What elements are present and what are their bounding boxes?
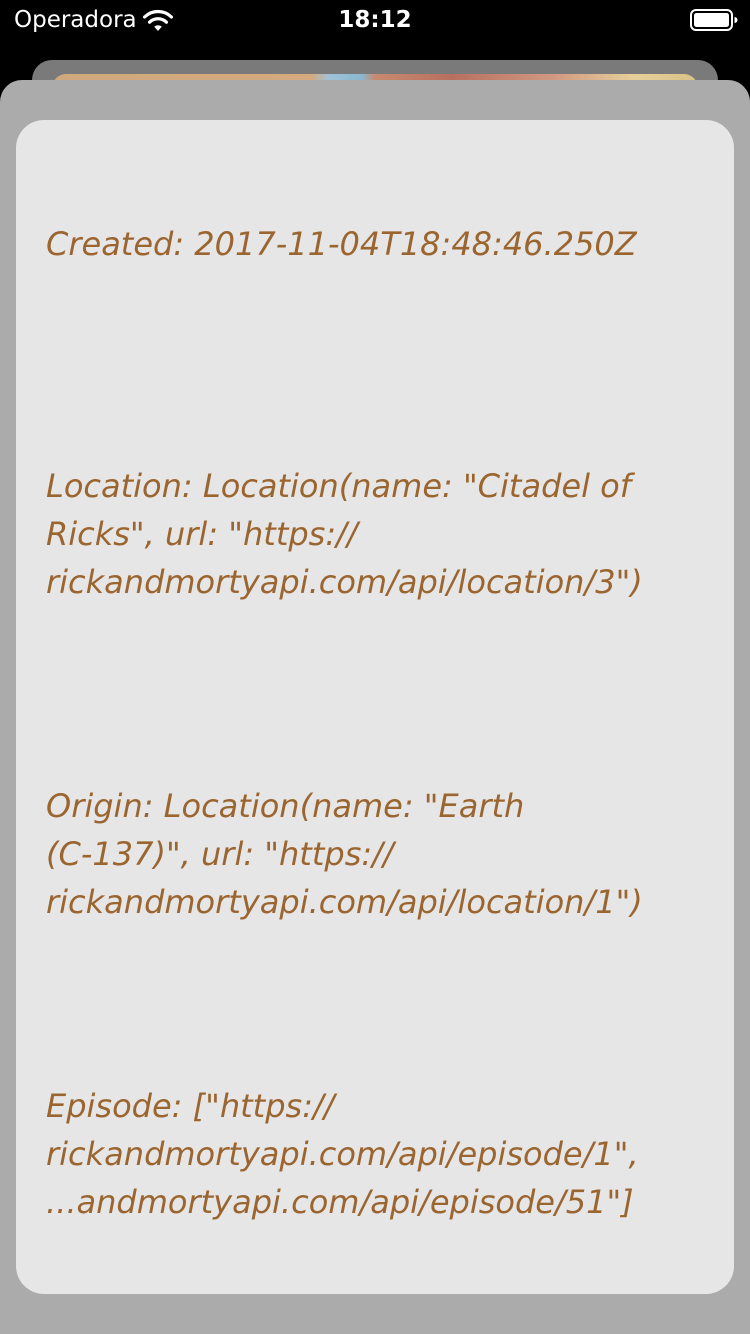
created-field: Created: 2017-11-04T18:48:46.250Z (46, 225, 637, 263)
battery-icon (690, 9, 738, 31)
episode-field: Episode: ["https:// rickandmortyapi.com/… (46, 1087, 639, 1221)
status-time: 18:12 (338, 7, 412, 33)
origin-field: Origin: Location(name: "Earth (C-137)", … (46, 787, 643, 921)
location-field: Location: Location(name: "Citadel of Ric… (46, 467, 643, 601)
status-bar: Operadora 18:12 (0, 0, 750, 40)
